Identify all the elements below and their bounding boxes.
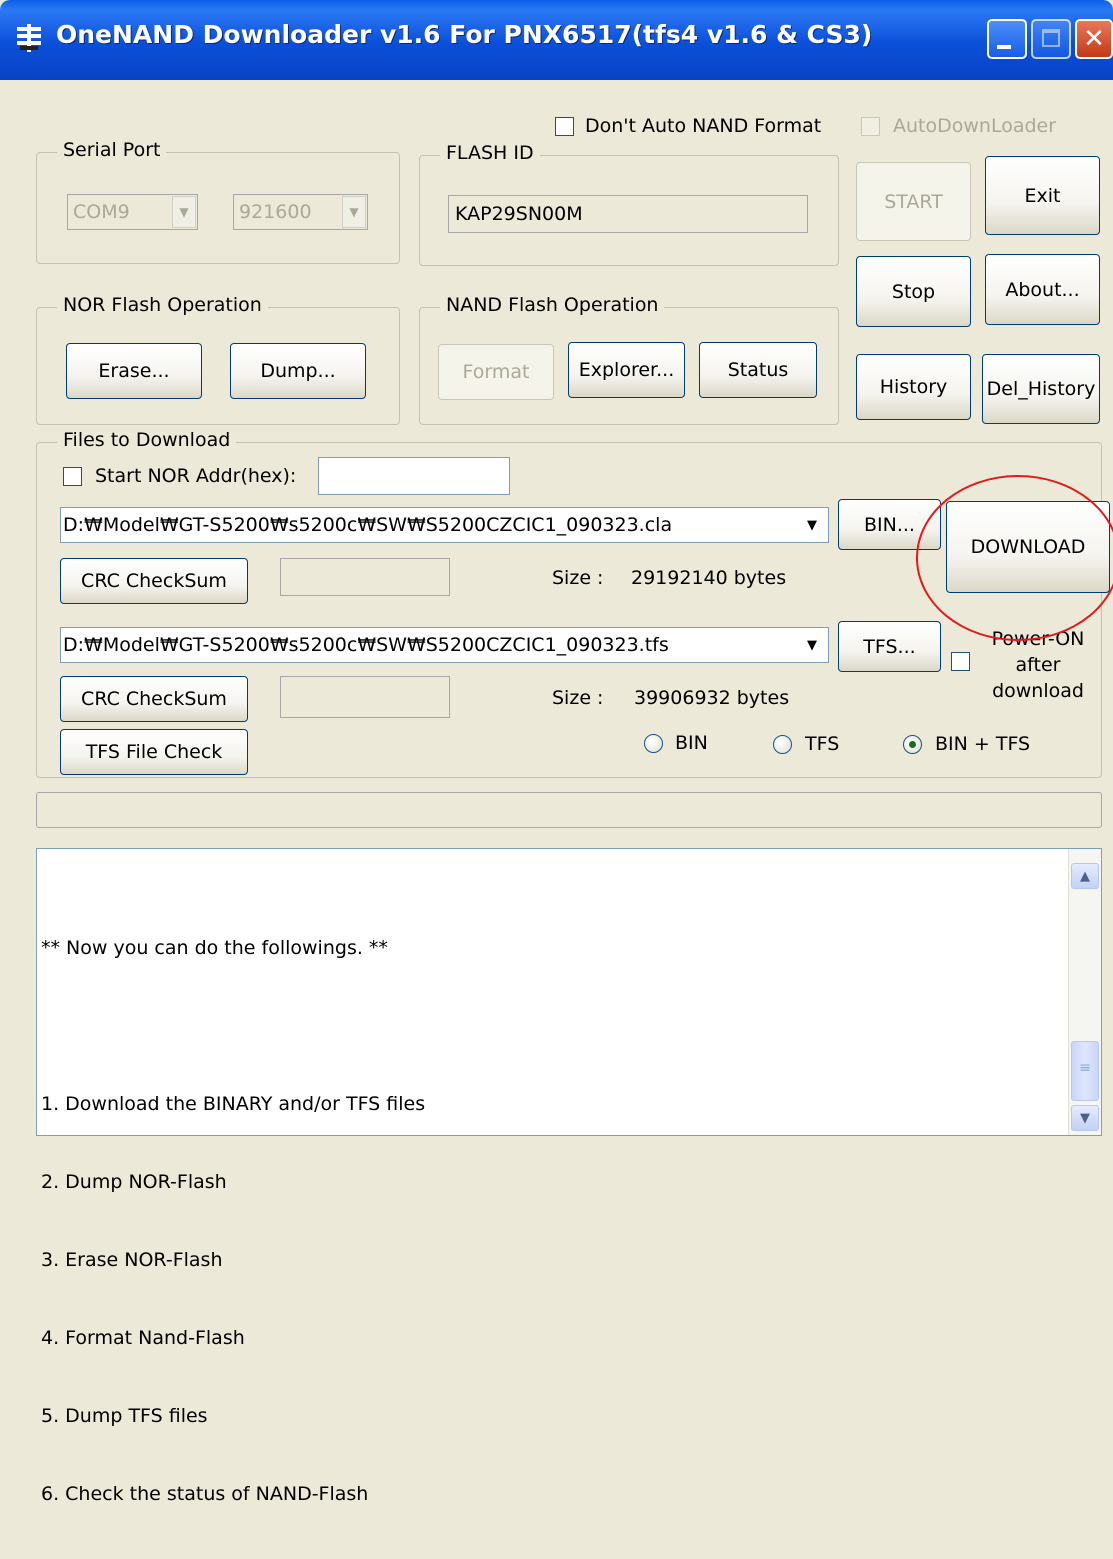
vertical-scrollbar[interactable]: ▲ ▼ [1068,849,1101,1135]
flash-id-legend: FLASH ID [440,142,540,164]
serial-port-legend: Serial Port [57,139,167,161]
tfs-crc-checksum-button[interactable]: CRC CheckSum [60,676,248,722]
radio-tfs-label: TFS [805,733,840,755]
bin-size-label: Size : [552,567,604,589]
app-icon [17,24,41,52]
nand-flash-legend: NAND Flash Operation [440,294,665,316]
exit-button[interactable]: Exit [985,156,1100,235]
bin-file-select[interactable]: D:₩Model₩GT-S5200₩s5200c₩SW₩S5200CZCIC1_… [60,507,829,543]
log-lines: ** Now you can do the followings. ** ​ 1… [41,883,425,1559]
nor-flash-legend: NOR Flash Operation [57,294,268,316]
auto-downloader-label: AutoDownLoader [893,115,1057,137]
radio-bin[interactable] [644,734,663,753]
tfs-size-label: Size : [552,687,604,709]
com-port-value: COM9 [73,201,130,223]
power-on-line-2: after [1015,654,1061,676]
explorer-button[interactable]: Explorer... [568,342,685,398]
log-line: 6. Check the status of NAND-Flash [41,1483,369,1505]
radio-bin-tfs[interactable] [903,735,922,754]
baud-rate-select[interactable]: 921600 ▼ [233,194,368,230]
log-line: ** Now you can do the followings. ** [41,937,388,959]
tfs-size-value: 39906932 bytes [634,687,790,709]
chevron-down-icon: ▼ [797,509,827,541]
close-icon: ✕ [1083,24,1105,54]
tfs-file-select[interactable]: D:₩Model₩GT-S5200₩s5200c₩SW₩S5200CZCIC1_… [60,627,829,663]
format-button[interactable]: Format [438,344,554,400]
download-highlight-circle [916,475,1113,641]
erase-button[interactable]: Erase... [66,343,202,399]
start-nor-addr-label: Start NOR Addr(hex): [95,465,297,487]
about-button[interactable]: About... [985,254,1100,325]
scroll-thumb[interactable] [1071,1041,1099,1101]
scroll-down-icon: ▼ [1080,1110,1090,1126]
bin-crc-field [280,558,450,596]
power-on-after-download-checkbox[interactable] [951,652,970,671]
tfs-crc-field [280,676,450,718]
close-button[interactable]: ✕ [1075,19,1113,59]
minimize-icon [997,45,1011,49]
radio-tfs[interactable] [773,735,792,754]
log-line: ​ [41,1013,425,1039]
tfs-file-path: D:₩Model₩GT-S5200₩s5200c₩SW₩S5200CZCIC1_… [63,634,669,656]
start-nor-addr-checkbox[interactable] [63,467,82,486]
tfs-file-check-button[interactable]: TFS File Check [60,729,248,775]
stop-button[interactable]: Stop [856,256,971,327]
dont-auto-nand-format-label: Don't Auto NAND Format [585,115,822,137]
power-on-line-3: download [992,680,1084,702]
scroll-up-button[interactable]: ▲ [1071,863,1099,889]
files-to-download-legend: Files to Download [57,429,237,451]
log-textarea[interactable]: ** Now you can do the followings. ** ​ 1… [36,848,1102,1505]
window-title: OneNAND Downloader v1.6 For PNX6517(tfs4… [56,20,873,49]
bin-file-path: D:₩Model₩GT-S5200₩s5200c₩SW₩S5200CZCIC1_… [63,514,673,536]
radio-bin-tfs-label: BIN + TFS [935,733,1031,755]
status-button[interactable]: Status [699,342,817,398]
log-line: 3. Erase NOR-Flash [41,1249,223,1271]
baud-rate-value: 921600 [239,201,312,223]
del-history-button[interactable]: Del_History [982,354,1100,424]
log-line: 4. Format Nand-Flash [41,1327,245,1349]
progress-bar [36,792,1102,828]
start-nor-addr-input[interactable] [318,457,510,495]
chevron-down-icon: ▼ [342,196,366,228]
scroll-up-icon: ▲ [1080,868,1090,884]
auto-downloader-checkbox[interactable] [861,117,880,136]
title-bar[interactable]: OneNAND Downloader v1.6 For PNX6517(tfs4… [0,0,1113,80]
dont-auto-nand-format-checkbox[interactable] [555,117,574,136]
log-line: 1. Download the BINARY and/or TFS files [41,1093,426,1115]
dump-button[interactable]: Dump... [230,343,366,399]
chevron-down-icon: ▼ [797,629,827,661]
log-line: 2. Dump NOR-Flash [41,1171,227,1193]
flash-id-field: KAP29SN00M [448,195,808,233]
log-line: 5. Dump TFS files [41,1405,208,1427]
history-button[interactable]: History [856,354,971,420]
radio-bin-label: BIN [675,732,708,754]
minimize-button[interactable] [987,19,1027,59]
com-port-select[interactable]: COM9 ▼ [67,194,198,230]
bin-crc-checksum-button[interactable]: CRC CheckSum [60,558,248,604]
tfs-browse-button[interactable]: TFS... [838,621,941,672]
start-button[interactable]: START [856,162,971,241]
maximize-icon [1042,29,1060,47]
maximize-button[interactable] [1031,19,1071,59]
scroll-down-button[interactable]: ▼ [1071,1105,1099,1131]
bin-size-value: 29192140 bytes [631,567,787,589]
flash-id-value: KAP29SN00M [455,203,583,225]
chevron-down-icon: ▼ [172,196,196,228]
